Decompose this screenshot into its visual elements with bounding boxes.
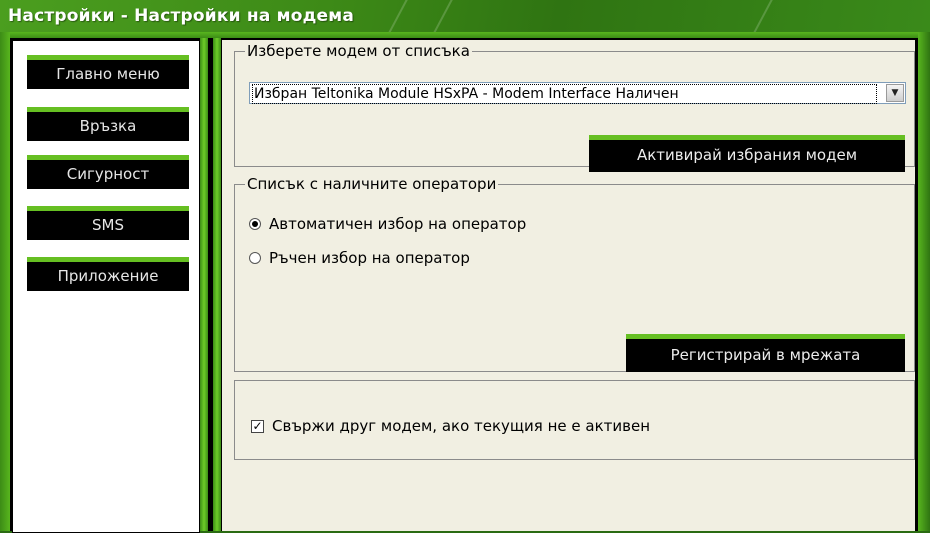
- panel-divider: [200, 38, 208, 531]
- sidebar-item-application[interactable]: Приложение: [27, 257, 189, 291]
- operators-legend: Списък с наличните оператори: [247, 175, 497, 193]
- title-decoration: [426, 0, 456, 32]
- modem-select-legend: Изберете модем от списъка: [247, 42, 470, 60]
- radio-selected-icon[interactable]: [249, 218, 261, 230]
- radio-manual-operator[interactable]: Ръчен избор на оператор: [249, 249, 470, 267]
- window-title: Настройки - Настройки на модема: [8, 6, 355, 26]
- fallback-modem-checkbox-row[interactable]: ✓ Свържи друг модем, ако текущия не е ак…: [251, 417, 650, 435]
- fallback-modem-group: ✓ Свържи друг модем, ако текущия не е ак…: [234, 380, 915, 460]
- operators-group: Списък с наличните оператори Автоматичен…: [234, 175, 915, 372]
- radio-unselected-icon[interactable]: [249, 252, 261, 264]
- modem-select-value: Избран Teltonika Module HSxPA - Modem In…: [252, 84, 877, 104]
- sidebar-item-label: Главно меню: [56, 65, 160, 83]
- title-decoration: [746, 0, 776, 32]
- sidebar-item-label: Сигурност: [66, 165, 150, 183]
- fallback-modem-label: Свържи друг модем, ако текущия не е акти…: [272, 417, 651, 435]
- sidebar-item-label: Връзка: [79, 117, 137, 135]
- title-decoration: [381, 0, 411, 32]
- frame-top-edge: [0, 32, 930, 38]
- dropdown-arrow-icon[interactable]: ▼: [886, 84, 904, 102]
- frame-right-edge: [918, 32, 930, 531]
- activate-modem-button[interactable]: Активирай избрания модем: [589, 135, 905, 172]
- sidebar-item-sms[interactable]: SMS: [27, 206, 189, 240]
- radio-manual-label: Ръчен избор на оператор: [269, 249, 470, 267]
- panel-divider: [213, 38, 221, 531]
- register-network-button[interactable]: Регистрирай в мрежата: [626, 334, 905, 372]
- checkbox-checked-icon[interactable]: ✓: [251, 419, 264, 433]
- frame-left-edge: [0, 32, 10, 531]
- settings-panel: Изберете модем от списъка Избран Teltoni…: [222, 40, 915, 531]
- sidebar-item-label: SMS: [92, 216, 124, 234]
- modem-select-group: Изберете модем от списъка Избран Teltoni…: [234, 42, 915, 172]
- sidebar-item-connection[interactable]: Връзка: [27, 107, 189, 141]
- radio-automatic-operator[interactable]: Автоматичен избор на оператор: [249, 215, 526, 233]
- modem-select-dropdown[interactable]: Избран Teltonika Module HSxPA - Modem In…: [249, 82, 906, 104]
- register-network-label: Регистрирай в мрежата: [670, 346, 861, 364]
- radio-automatic-label: Автоматичен избор на оператор: [269, 215, 527, 233]
- title-bar: Настройки - Настройки на модема: [0, 0, 930, 32]
- activate-modem-label: Активирай избрания модем: [636, 146, 858, 164]
- sidebar-item-label: Приложение: [57, 267, 159, 285]
- sidebar-item-main-menu[interactable]: Главно меню: [27, 55, 189, 89]
- sidebar: Главно меню Връзка Сигурност SMS Приложе…: [12, 40, 200, 533]
- sidebar-item-security[interactable]: Сигурност: [27, 155, 189, 189]
